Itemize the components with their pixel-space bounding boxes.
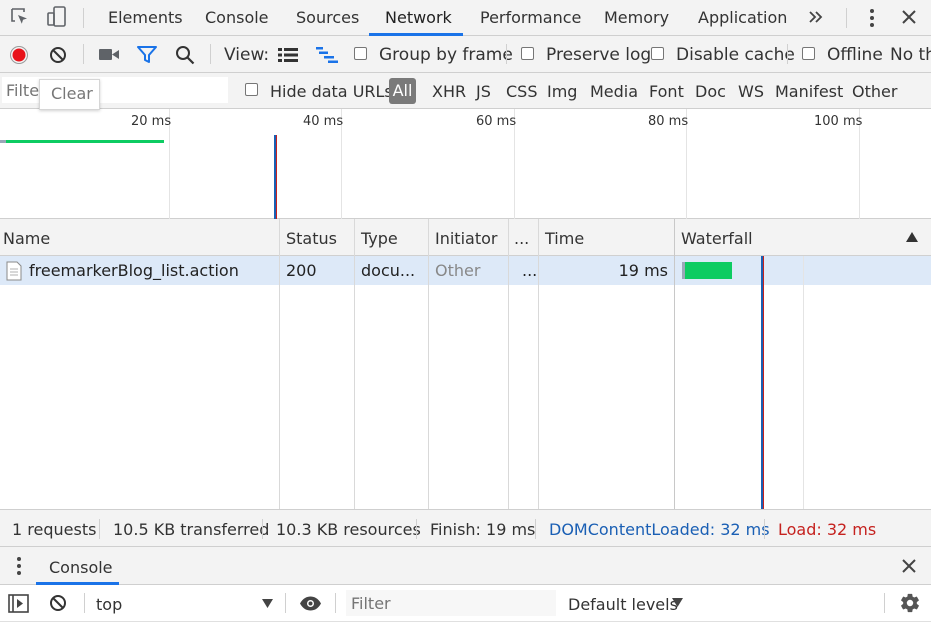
request-name[interactable]: freemarkerBlog_list.action (29, 261, 239, 280)
overview-request-bar (0, 140, 164, 143)
document-icon (6, 261, 22, 281)
filter-type-xhr[interactable]: XHR (432, 82, 466, 101)
tab-application[interactable]: Application (698, 8, 787, 27)
requests-count: 1 requests (12, 520, 97, 539)
column-status[interactable]: Status (286, 229, 337, 248)
column-name[interactable]: Name (3, 229, 50, 248)
filter-type-css[interactable]: CSS (506, 82, 537, 101)
filter-type-other[interactable]: Other (852, 82, 897, 101)
filter-type-js[interactable]: JS (476, 82, 491, 101)
context-select[interactable]: top (96, 595, 122, 614)
group-by-frame-label: Group by frame (379, 45, 513, 65)
context-dropdown-icon[interactable] (262, 599, 273, 608)
filter-type-media[interactable]: Media (590, 82, 638, 101)
filter-type-doc[interactable]: Doc (695, 82, 726, 101)
column-initiator[interactable]: Initiator (435, 229, 497, 248)
inspect-element-icon[interactable] (10, 7, 30, 27)
waterfall-bar[interactable] (682, 262, 732, 279)
request-type: docu... (361, 261, 416, 280)
overview-load-marker (276, 135, 277, 219)
drawer-tab-console[interactable]: Console (49, 558, 113, 577)
offline-checkbox[interactable] (802, 47, 815, 60)
network-summary-bar: 1 requests 10.5 KB transferred 10.3 KB r… (0, 509, 931, 547)
device-toolbar-icon[interactable] (45, 5, 69, 29)
table-row[interactable]: freemarkerBlog_list.action 200 docu... O… (0, 256, 931, 285)
filter-icon[interactable] (137, 46, 157, 64)
request-time: 19 ms (618, 261, 668, 280)
overview-request-bar-start (0, 140, 6, 143)
overview-tick: 100 ms (814, 114, 863, 129)
finish-time: Finish: 19 ms (430, 520, 536, 539)
devtools-tab-bar: Elements Console Sources Network Perform… (0, 0, 931, 36)
waterfall-load-marker (763, 256, 764, 509)
console-filter-input[interactable] (346, 590, 556, 616)
console-sidebar-icon[interactable] (8, 594, 29, 613)
filter-type-img[interactable]: Img (547, 82, 577, 101)
request-size: ... (522, 261, 538, 280)
close-icon[interactable] (902, 10, 916, 24)
filter-type-manifest[interactable]: Manifest (775, 82, 843, 101)
overview-tick: 40 ms (303, 114, 344, 129)
clear-tooltip: Clear (39, 79, 100, 110)
overview-tick: 60 ms (476, 114, 517, 129)
column-waterfall[interactable]: Waterfall (681, 229, 753, 248)
tab-network[interactable]: Network (385, 8, 452, 27)
tab-memory[interactable]: Memory (604, 8, 669, 27)
waterfall-view-icon[interactable] (316, 47, 338, 63)
preserve-log-checkbox[interactable] (521, 47, 534, 60)
overview-timeline: 20 ms 40 ms 60 ms 80 ms 100 ms (0, 109, 931, 219)
kebab-menu-icon[interactable] (868, 7, 876, 29)
log-levels-dropdown-icon[interactable] (672, 598, 683, 607)
tab-console[interactable]: Console (205, 8, 269, 27)
column-time[interactable]: Time (545, 229, 584, 248)
drawer-header: Console (0, 547, 931, 585)
log-levels-select[interactable]: Default levels (568, 595, 678, 614)
request-initiator: Other (435, 261, 481, 280)
filter-type-font[interactable]: Font (649, 82, 684, 101)
request-status: 200 (286, 261, 317, 280)
screenshot-video-icon[interactable] (99, 48, 119, 61)
tab-performance[interactable]: Performance (480, 8, 581, 27)
resources-size: 10.3 KB resources (276, 520, 421, 539)
drawer-menu-icon[interactable] (15, 556, 23, 576)
throttling-select[interactable]: No th (890, 45, 931, 65)
record-icon[interactable] (9, 45, 29, 65)
preserve-log-label: Preserve log (546, 45, 652, 65)
load-time: Load: 32 ms (778, 520, 877, 539)
search-icon[interactable] (175, 45, 195, 65)
filter-bar: Hide data URLs XHR JS CSS Img Media Font… (0, 73, 931, 109)
requests-table-header: Name Status Type Initiator ... Time Wate… (0, 219, 931, 256)
hide-data-urls-label: Hide data URLs (270, 82, 393, 101)
settings-gear-icon[interactable] (899, 592, 921, 614)
network-toolbar: View: Group by frame Preserve log Disabl… (0, 36, 931, 73)
sort-ascending-icon[interactable] (906, 232, 918, 242)
offline-label: Offline (827, 45, 883, 65)
overview-tick: 20 ms (131, 114, 172, 129)
view-label: View: (224, 45, 270, 65)
tab-elements[interactable]: Elements (108, 8, 183, 27)
overview-tick: 80 ms (648, 114, 689, 129)
filter-type-ws[interactable]: WS (738, 82, 764, 101)
column-size[interactable]: ... (514, 229, 529, 248)
transferred-size: 10.5 KB transferred (113, 520, 270, 539)
disable-cache-checkbox[interactable] (651, 47, 664, 60)
dom-content-loaded-time: DOMContentLoaded: 32 ms (549, 520, 770, 539)
tab-sources[interactable]: Sources (296, 8, 359, 27)
drawer-close-icon[interactable] (902, 559, 916, 573)
console-toolbar: top Default levels (0, 585, 931, 622)
column-type[interactable]: Type (361, 229, 398, 248)
disable-cache-label: Disable cache (676, 45, 795, 65)
filter-type-all[interactable]: All (389, 78, 416, 104)
group-by-frame-checkbox[interactable] (354, 47, 367, 60)
clear-console-icon[interactable] (49, 594, 67, 612)
more-tabs-icon[interactable] (808, 10, 824, 24)
large-rows-icon[interactable] (278, 48, 298, 62)
live-expression-eye-icon[interactable] (299, 596, 322, 611)
filter-input[interactable] (2, 77, 228, 103)
hide-data-urls-checkbox[interactable] (245, 83, 258, 96)
clear-icon[interactable] (49, 46, 67, 64)
